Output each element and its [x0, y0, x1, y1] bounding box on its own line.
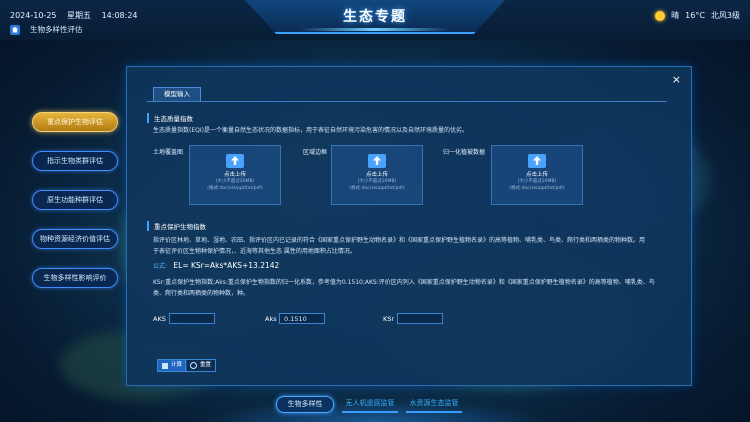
model-input-dialog: × 模型输入 生态质量指数 生态质量指数(EQI)是一个衡量自然生态状况的数据指…	[126, 66, 692, 386]
sidebar-item-native-species[interactable]: 原生功能种群评估	[32, 190, 118, 210]
weekday-text: 星期五	[67, 11, 92, 20]
upload-action: 点击上传	[365, 172, 388, 178]
field-label-Aks: Aks	[265, 315, 277, 323]
upload-icon	[528, 154, 546, 168]
breadcrumb: 生物多样性评估	[10, 24, 83, 35]
section-description-eqi: 生态质量指数(EQI)是一个衡量自然生态状况的数据指标，用于表征自然环境污染危害…	[153, 127, 468, 134]
temperature: 16°C	[685, 11, 705, 20]
KSr-input[interactable]	[397, 313, 443, 324]
description-line: 指评价区林地、草地、湿地、农田、指评价区内已记录的符合《国家重点保护野生动物名录…	[153, 237, 646, 244]
section-description-key-protected: 指评价区林地、草地、湿地、农田、指评价区内已记录的符合《国家重点保护野生动物名录…	[153, 235, 673, 257]
tab-water-resources[interactable]: 水资源生态监管	[406, 396, 462, 413]
tab-drone-monitoring[interactable]: 无人机遥感监管	[342, 396, 398, 413]
title-glow	[300, 28, 450, 31]
field-label-KSr: KSr	[383, 315, 395, 323]
sidebar-item-impact-evaluation[interactable]: 生物多样性影响评价	[32, 268, 118, 288]
upload-action: 点击上传	[223, 172, 246, 178]
datetime: 2024-10-25 星期五 14:08:24	[10, 10, 146, 21]
reset-button[interactable]: 重置	[185, 359, 217, 372]
tab-bar: 模型输入	[147, 87, 667, 102]
section-title-key-protected: 重点保护生物指数	[147, 221, 206, 231]
upload-label-ndvi: 归一化植被数据	[443, 149, 486, 156]
upload-size-hint: (大小不超过20MB)	[357, 179, 397, 184]
upload-box-region-boundary[interactable]: 点击上传 (大小不超过20MB) (格式:doc/xls/ppt/txt/pdf…	[331, 145, 423, 205]
reset-label: 重置	[200, 362, 212, 368]
upload-label-region-boundary: 区域边框	[303, 149, 328, 156]
page-title: 生态专题	[343, 9, 407, 25]
formula-label: 公式:	[153, 263, 168, 270]
calculate-button[interactable]: 计算	[157, 359, 188, 372]
upload-size-hint: (大小不超过20MB)	[517, 179, 557, 184]
formula: 公式: EL= KSr=Aks*AKS+13.2142	[153, 261, 279, 270]
breadcrumb-item[interactable]: 生物多样性评估	[30, 24, 83, 35]
AKS-input[interactable]	[169, 313, 215, 324]
weather: 晴 16°C 北风3级	[655, 10, 740, 21]
formula-text: EL= KSr=Aks*AKS+13.2142	[173, 261, 280, 270]
tab-model-input[interactable]: 模型输入	[153, 87, 201, 101]
sidebar-item-key-protected[interactable]: 重点保护生物评估	[32, 112, 118, 132]
upload-label-land-cover: 土地覆盖图	[153, 149, 184, 156]
field-label-AKS: AKS	[153, 315, 166, 323]
upload-format-hint: (格式:doc/xls/ppt/txt/pdf)	[349, 186, 405, 191]
reset-icon	[190, 362, 197, 369]
tab-biodiversity[interactable]: 生物多样性	[276, 396, 334, 413]
wind: 北风3级	[710, 11, 740, 20]
description-line: 于表征评价区生物种保护情况，、近海等其他生态 属性的用地面积占比情况。	[153, 248, 356, 255]
weather-condition: 晴	[671, 11, 680, 20]
upload-icon	[368, 154, 386, 168]
upload-format-hint: (格式:doc/xls/ppt/txt/pdf)	[509, 186, 565, 191]
sidebar-item-economic-value[interactable]: 物种资源经济价值评估	[32, 229, 118, 249]
close-icon[interactable]: ×	[672, 73, 681, 86]
calculate-label: 计算	[171, 362, 183, 368]
explanation-line: KSr:重点保护生物指数;Aks:重点保护生物指数的归一化系数，参考值为0.15…	[153, 279, 655, 286]
upload-box-ndvi[interactable]: 点击上传 (大小不超过20MB) (格式:doc/xls/ppt/txt/pdf…	[491, 145, 583, 205]
formula-explanation: KSr:重点保护生物指数;Aks:重点保护生物指数的归一化系数，参考值为0.15…	[153, 277, 673, 299]
time-text: 14:08:24	[101, 11, 138, 20]
home-icon[interactable]	[10, 24, 20, 35]
section-title-eqi: 生态质量指数	[147, 113, 193, 123]
sun-icon	[655, 10, 666, 21]
explanation-line: 类、爬行类和两栖类的物种数，种。	[153, 290, 250, 297]
upload-action: 点击上传	[525, 172, 548, 178]
calculator-icon	[162, 362, 168, 369]
date-text: 2024-10-25	[10, 11, 57, 20]
sidebar-item-indicator-groups[interactable]: 指示生物类群评估	[32, 151, 118, 171]
Aks-input[interactable]	[279, 313, 325, 324]
upload-box-land-cover[interactable]: 点击上传 (大小不超过20MB) (格式:doc/xls/ppt/txt/pdf…	[189, 145, 281, 205]
upload-size-hint: (大小不超过20MB)	[215, 179, 255, 184]
upload-icon	[226, 154, 244, 168]
upload-format-hint: (格式:doc/xls/ppt/txt/pdf)	[207, 186, 263, 191]
